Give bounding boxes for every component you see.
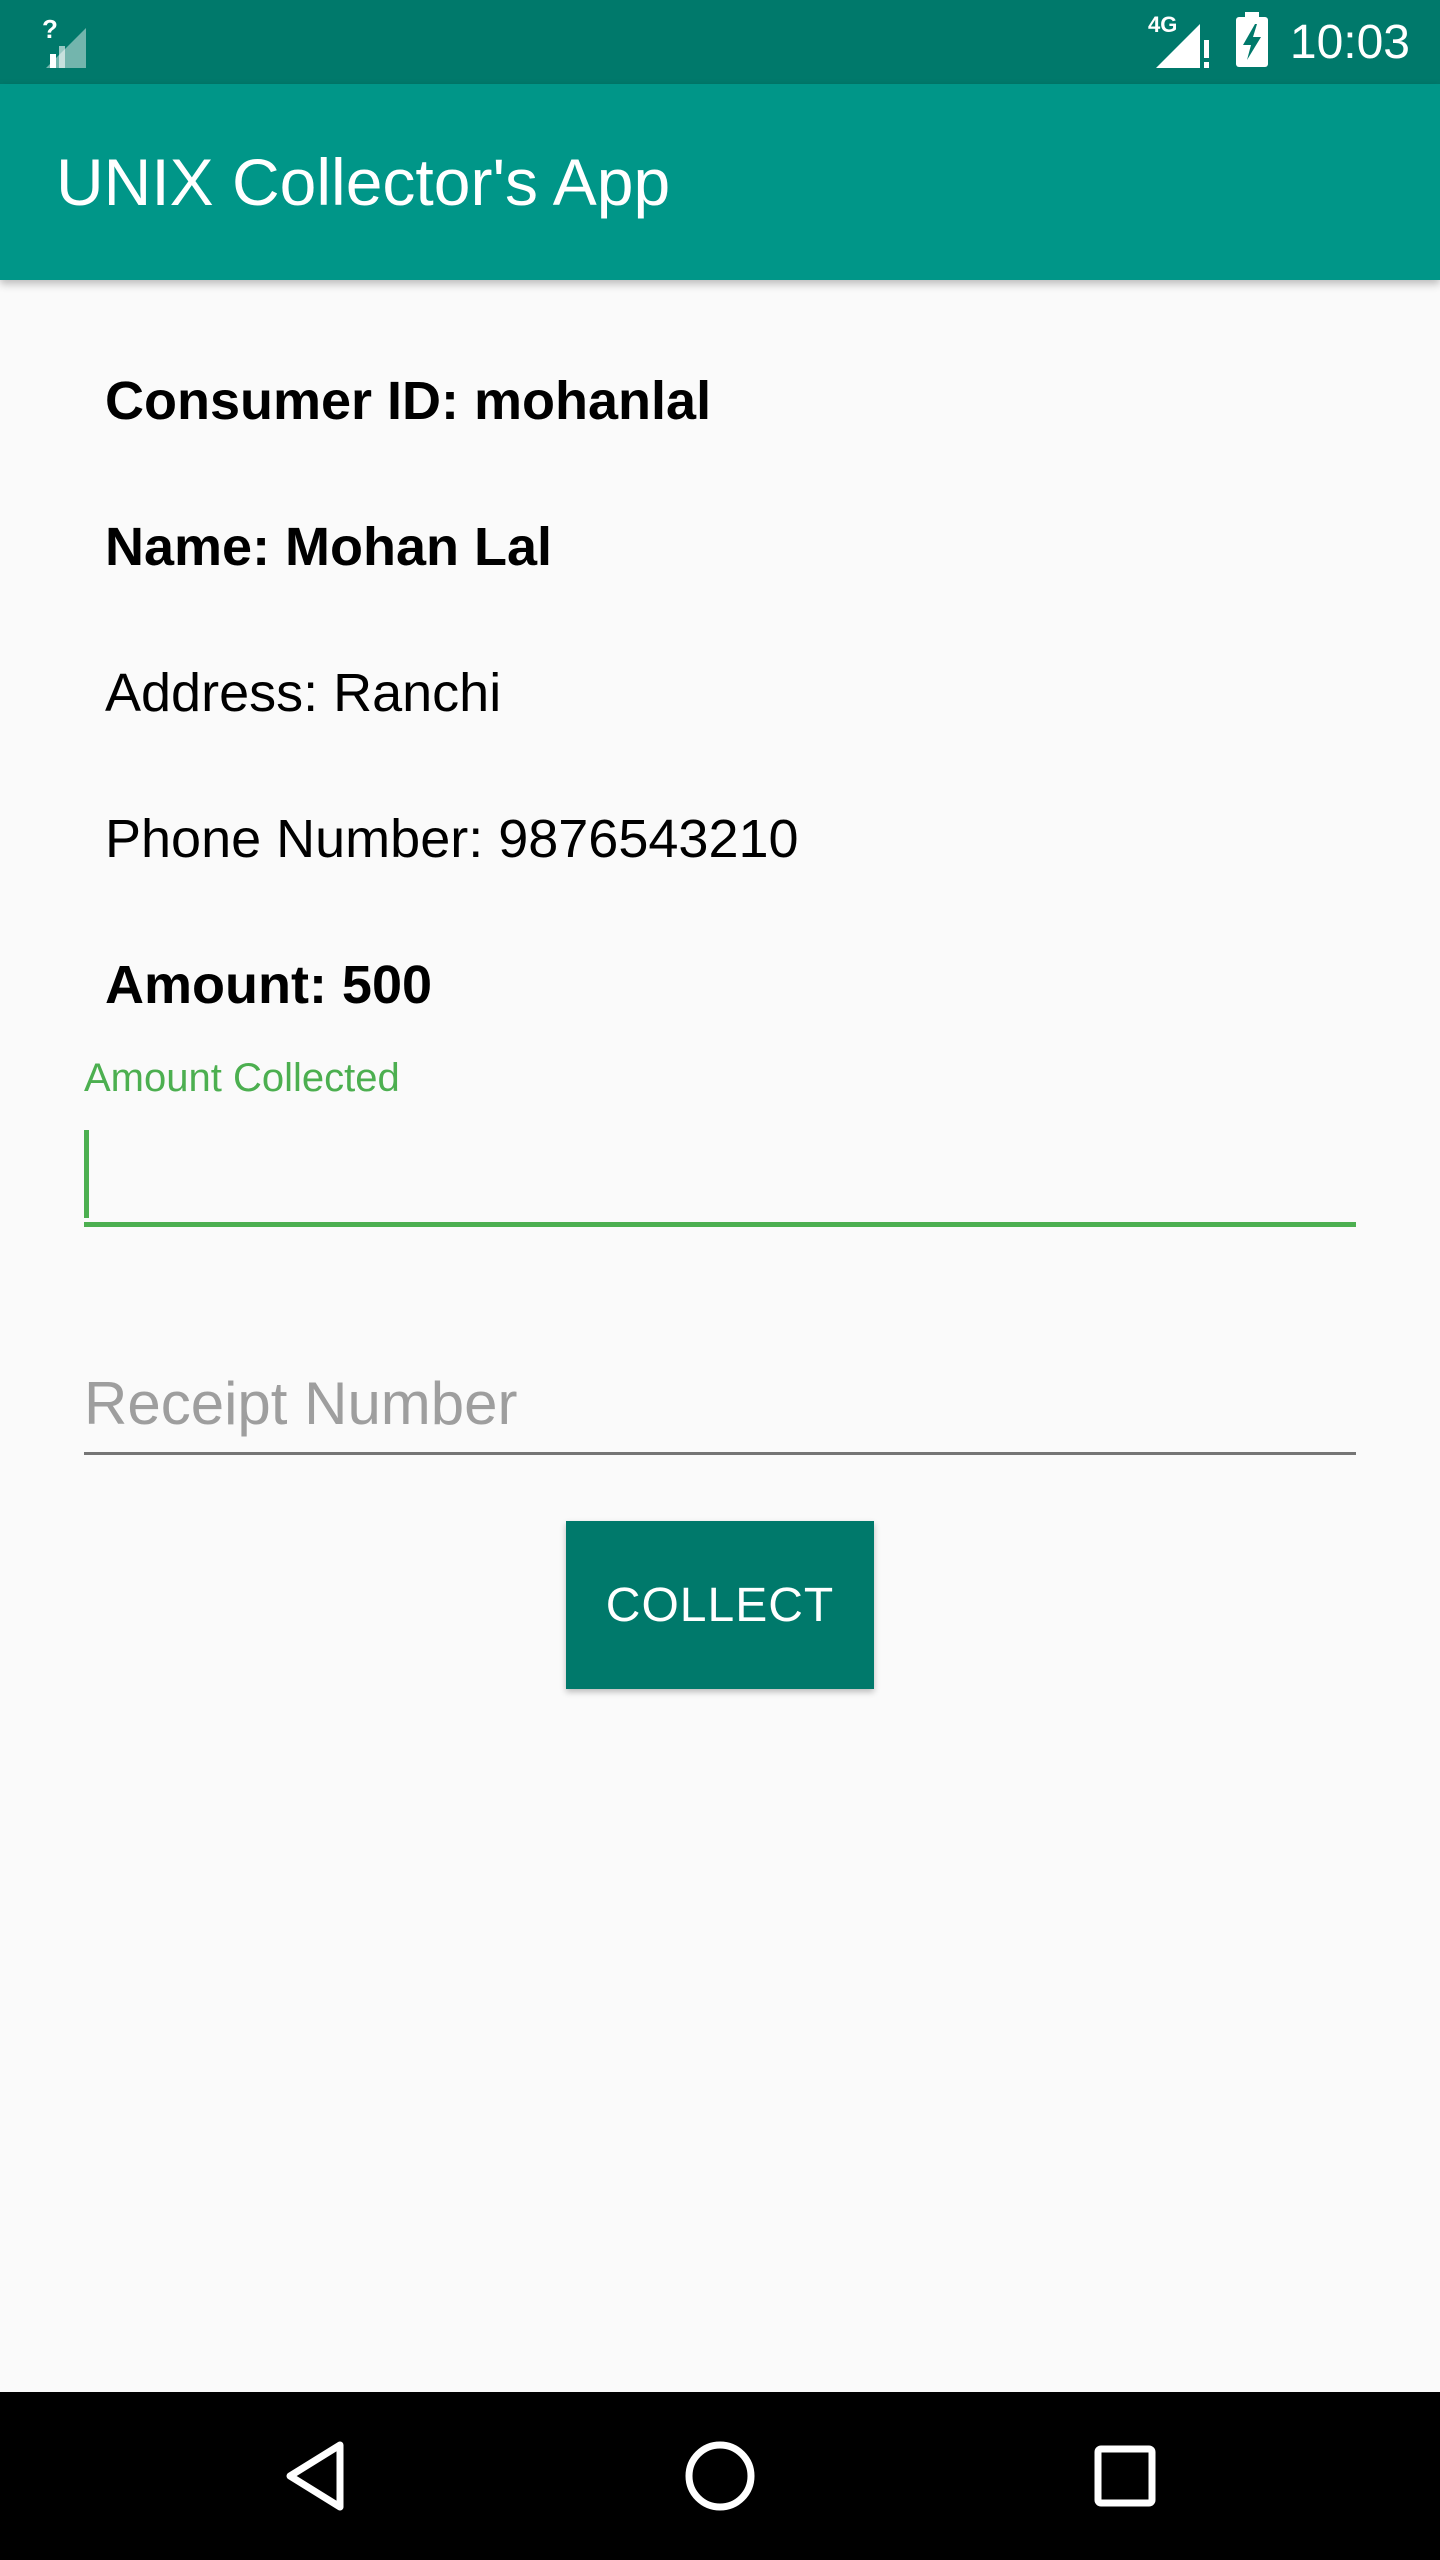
- screen: ? 4G 10:03 UNIX Collector's App Consumer…: [0, 0, 1440, 2560]
- receipt-number-underline: [84, 1452, 1356, 1455]
- consumer-id-text: Consumer ID: mohanlal: [105, 371, 712, 431]
- collect-button[interactable]: COLLECT: [566, 1521, 874, 1689]
- home-icon[interactable]: [670, 2426, 770, 2526]
- consumer-details-form: Consumer ID: mohanlal Name: Mohan Lal Ad…: [0, 280, 1440, 2392]
- status-time: 10:03: [1289, 15, 1410, 69]
- app-title: UNIX Collector's App: [56, 145, 671, 219]
- status-icons: 4G 10:03: [1146, 0, 1410, 84]
- navigation-bar: [0, 2392, 1440, 2560]
- amount-collected-input[interactable]: [84, 1128, 1356, 1224]
- status-bar: ? 4G 10:03: [0, 0, 1440, 84]
- back-icon[interactable]: [265, 2426, 365, 2526]
- app-bar: UNIX Collector's App: [0, 84, 1440, 280]
- amount-collected-label: Amount Collected: [84, 1056, 400, 1100]
- network-type-label: 4G: [1148, 12, 1177, 37]
- battery-charging-icon: [1234, 11, 1270, 73]
- receipt-number-input[interactable]: [84, 1355, 1356, 1451]
- text-cursor: [84, 1130, 89, 1218]
- mobile-signal-icon: 4G: [1146, 10, 1216, 75]
- consumer-phone-text: Phone Number: 9876543210: [105, 809, 799, 869]
- consumer-address-text: Address: Ranchi: [105, 663, 502, 723]
- no-sim-signal-icon: ?: [42, 14, 92, 70]
- consumer-amount-text: Amount: 500: [105, 955, 433, 1015]
- amount-collected-underline: [84, 1222, 1356, 1227]
- recents-icon[interactable]: [1075, 2426, 1175, 2526]
- svg-text:?: ?: [42, 14, 58, 44]
- consumer-name-text: Name: Mohan Lal: [105, 517, 553, 577]
